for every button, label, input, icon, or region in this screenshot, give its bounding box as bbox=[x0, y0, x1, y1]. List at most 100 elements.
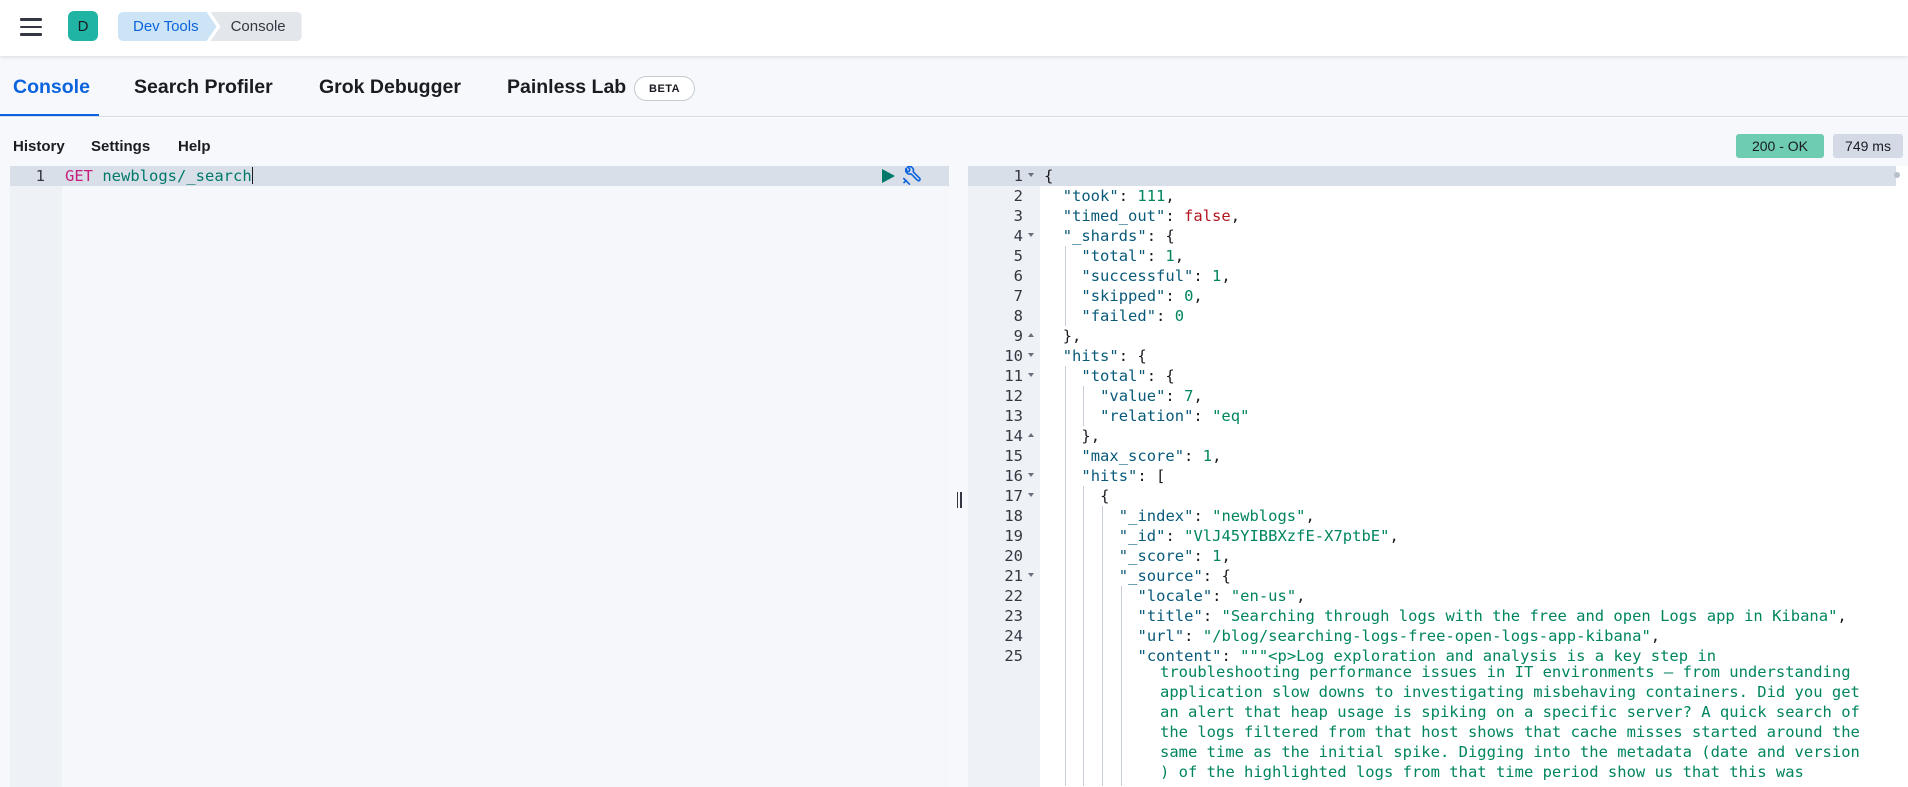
json-token: "failed" bbox=[1081, 307, 1157, 325]
json-token: , bbox=[1837, 607, 1847, 625]
fold-arrow-icon[interactable] bbox=[1028, 373, 1034, 377]
json-token: , bbox=[1221, 547, 1231, 565]
response-code: "timed_out": false, bbox=[1063, 206, 1240, 226]
content-wrapped-line: troubleshooting performance issues in IT… bbox=[1160, 663, 1851, 681]
indent-guide bbox=[1102, 626, 1104, 646]
history-link[interactable]: History bbox=[13, 138, 65, 155]
response-code: "total": 1, bbox=[1081, 246, 1184, 266]
tab-console[interactable]: Console bbox=[13, 76, 90, 99]
tab-grok-debugger[interactable]: Grok Debugger bbox=[319, 76, 461, 99]
indent-guide bbox=[1064, 706, 1066, 726]
response-line: 14}, bbox=[968, 426, 1898, 446]
response-line-number: 20 bbox=[1004, 547, 1023, 565]
resize-handle[interactable] bbox=[955, 492, 963, 508]
indent-guide bbox=[1120, 646, 1122, 666]
response-line-number: 2 bbox=[1013, 187, 1023, 205]
json-token: "timed_out" bbox=[1062, 207, 1166, 225]
json-token: : bbox=[1202, 607, 1222, 625]
json-token: "hits" bbox=[1081, 467, 1138, 485]
json-token: { bbox=[1044, 167, 1054, 185]
fold-arrow-icon[interactable] bbox=[1028, 173, 1034, 177]
response-line: 6 "successful": 1, bbox=[968, 266, 1898, 286]
json-token: : { bbox=[1146, 367, 1175, 385]
indent-guide bbox=[1083, 646, 1085, 666]
json-token: 1 bbox=[1212, 267, 1222, 285]
indent-guide bbox=[1064, 366, 1066, 386]
help-link[interactable]: Help bbox=[178, 138, 211, 155]
fold-arrow-icon[interactable] bbox=[1028, 573, 1034, 577]
indent-guide bbox=[1064, 246, 1066, 266]
wrench-icon[interactable] bbox=[902, 166, 922, 186]
breadcrumb-console: Console bbox=[210, 12, 302, 41]
response-code: "_index": "newblogs", bbox=[1119, 506, 1315, 526]
indent-guide bbox=[1083, 666, 1085, 686]
scroll-indicator[interactable] bbox=[1894, 172, 1900, 178]
indent-guide bbox=[1064, 566, 1066, 586]
json-token: : bbox=[1165, 287, 1185, 305]
response-line: 22 "locale": "en-us", bbox=[968, 586, 1898, 606]
menu-icon[interactable] bbox=[20, 14, 46, 40]
indent-guide bbox=[1083, 586, 1085, 606]
indent-guide bbox=[1102, 686, 1104, 706]
fold-arrow-icon[interactable] bbox=[1028, 493, 1034, 497]
response-line-number: 25 bbox=[1004, 647, 1023, 665]
json-token: "successful" bbox=[1081, 267, 1194, 285]
response-line: 12 "value": 7, bbox=[968, 386, 1898, 406]
response-line: 2 "took": 111, bbox=[968, 186, 1898, 206]
json-token: , bbox=[1389, 527, 1399, 545]
response-line: 7 "skipped": 0, bbox=[968, 286, 1898, 306]
response-line-number: 13 bbox=[1004, 407, 1023, 425]
json-token: : bbox=[1184, 627, 1203, 645]
json-token: { bbox=[1100, 487, 1110, 505]
response-line-number: 11 bbox=[1004, 367, 1023, 385]
json-token: : bbox=[1156, 307, 1175, 325]
space-avatar[interactable]: D bbox=[68, 11, 98, 41]
unfold-arrow-icon[interactable] bbox=[1028, 333, 1034, 337]
tab-painless-lab[interactable]: Painless Lab bbox=[507, 76, 626, 99]
indent-guide bbox=[1120, 586, 1122, 606]
response-line-number: 4 bbox=[1013, 227, 1023, 245]
indent-guide bbox=[1064, 686, 1066, 706]
content-wrapped-line: the logs filtered from that host shows t… bbox=[1160, 723, 1860, 741]
json-token: "total" bbox=[1081, 247, 1147, 265]
indent-guide bbox=[1102, 566, 1104, 586]
indent-guide bbox=[1064, 746, 1066, 766]
unfold-arrow-icon[interactable] bbox=[1028, 433, 1034, 437]
indent-guide bbox=[1083, 546, 1085, 566]
active-tab-indicator bbox=[0, 114, 99, 116]
request-line[interactable]: GET newblogs/_search bbox=[65, 166, 253, 186]
json-token: }, bbox=[1081, 427, 1101, 445]
json-token: : bbox=[1165, 527, 1185, 545]
response-line-number: 3 bbox=[1013, 207, 1023, 225]
response-line-number: 14 bbox=[1004, 427, 1023, 445]
fold-arrow-icon[interactable] bbox=[1028, 353, 1034, 357]
fold-arrow-icon[interactable] bbox=[1028, 233, 1034, 237]
indent-guide bbox=[1064, 526, 1066, 546]
breadcrumb-dev-tools[interactable]: Dev Tools bbox=[118, 12, 217, 41]
response-code: "_id": "VlJ45YIBBXzfE-X7ptbE", bbox=[1119, 526, 1399, 546]
request-editor[interactable] bbox=[62, 166, 949, 787]
json-token: : { bbox=[1118, 347, 1147, 365]
indent-guide bbox=[1064, 726, 1066, 746]
indent-guide bbox=[1102, 546, 1104, 566]
json-token: "newblogs" bbox=[1212, 507, 1306, 525]
response-line-number: 23 bbox=[1004, 607, 1023, 625]
indent-guide bbox=[1083, 386, 1085, 406]
response-code: "url": "/blog/searching-logs-free-open-l… bbox=[1138, 626, 1661, 646]
settings-link[interactable]: Settings bbox=[91, 138, 150, 155]
request-line-number: 1 bbox=[35, 167, 45, 185]
content-wrapped-line: ) of the highlighted logs from that time… bbox=[1160, 763, 1804, 781]
response-line-number: 12 bbox=[1004, 387, 1023, 405]
json-token: "Searching through logs with the free an… bbox=[1221, 607, 1838, 625]
indent-guide bbox=[1083, 506, 1085, 526]
tab-search-profiler[interactable]: Search Profiler bbox=[134, 76, 273, 99]
response-code: "_source": { bbox=[1119, 566, 1231, 586]
indent-guide bbox=[1064, 286, 1066, 306]
indent-guide bbox=[1083, 766, 1085, 786]
json-token: "max_score" bbox=[1081, 447, 1185, 465]
play-icon[interactable] bbox=[880, 168, 896, 184]
response-code: "skipped": 0, bbox=[1081, 286, 1202, 306]
json-token: "value" bbox=[1100, 387, 1166, 405]
fold-arrow-icon[interactable] bbox=[1028, 473, 1034, 477]
beta-badge: BETA bbox=[634, 76, 696, 101]
